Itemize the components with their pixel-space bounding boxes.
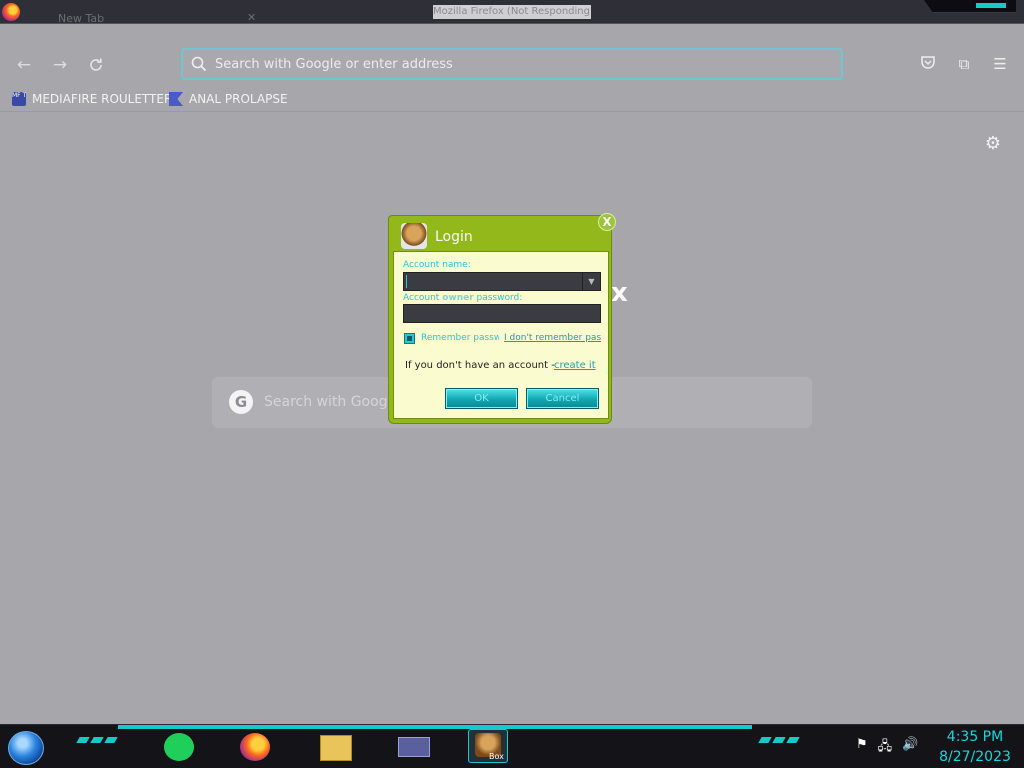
account-name-combobox[interactable]: ▼	[403, 272, 601, 294]
search-icon	[191, 56, 207, 72]
taskbar-file-explorer[interactable]	[316, 729, 356, 763]
password-input[interactable]	[404, 308, 584, 326]
bookmarks-toolbar: MF T MEDIAFIRE ROULETTER ANAL PROLAPSE	[0, 86, 1024, 112]
pocket-shape	[921, 56, 935, 69]
password-label-pre: Account	[403, 293, 443, 303]
mediafire-favicon-icon: MF T	[12, 92, 26, 106]
remember-password-label[interactable]: Remember passw	[421, 333, 499, 343]
taskbar-firefox[interactable]	[236, 729, 276, 763]
taskbar-accent-band	[118, 725, 752, 729]
menu-icon[interactable]: ☰	[990, 54, 1010, 74]
account-name-input[interactable]	[404, 276, 584, 294]
chevron-down-icon[interactable]: ▼	[582, 273, 600, 290]
window-titlebar: New Tab ✕ Mozilla Firefox (Not Respondin…	[0, 0, 1024, 25]
password-label-post: password:	[473, 293, 523, 303]
no-account-text: If you don't have an account -	[405, 360, 555, 371]
account-name-label: Account name:	[403, 260, 471, 270]
beaver-logo-icon	[401, 223, 427, 249]
password-label-owner: owner	[442, 293, 474, 303]
bookmark-mediafire-rouletter[interactable]: MF T MEDIAFIRE ROULETTER	[12, 90, 172, 108]
text-caret	[406, 275, 407, 288]
firefox-logo-icon[interactable]	[2, 3, 20, 21]
extensions-icon[interactable]: ⧉	[954, 54, 974, 74]
firefox-icon	[240, 733, 270, 761]
password-field[interactable]	[403, 304, 601, 326]
taskbar-card-app[interactable]	[394, 729, 434, 763]
taskbar-spotify[interactable]	[160, 729, 200, 763]
notification-area: ⚑ 🖧 🔊	[856, 737, 918, 759]
ok-button[interactable]: OK	[445, 388, 518, 409]
cancel-button[interactable]: Cancel	[526, 388, 599, 409]
bookmark-anal-prolapse[interactable]: ANAL PROLAPSE	[169, 90, 288, 108]
forgot-password-link[interactable]: I don't remember pas	[504, 333, 601, 343]
taskbar-beaver-box[interactable]: Box	[468, 729, 508, 763]
login-form-panel: Account name: ▼ Account owner password: …	[393, 251, 609, 419]
reload-icon	[90, 58, 102, 71]
file-explorer-icon	[320, 735, 352, 761]
id-card-icon	[398, 737, 430, 757]
taskbar: Box ⚑ 🖧 🔊 4:35 PM 8/27/2023	[0, 724, 1024, 768]
dialog-header: Login	[401, 221, 591, 251]
network-icon[interactable]: 🖧	[878, 737, 893, 759]
window-control-accent	[976, 3, 1006, 8]
pocket-icon[interactable]	[918, 54, 938, 74]
dialog-close-button[interactable]: X	[598, 213, 616, 231]
navigation-toolbar: ← → ⧉ ☰	[0, 42, 1024, 86]
address-input[interactable]	[215, 53, 815, 75]
clock-date: 8/27/2023	[939, 749, 1011, 765]
checkbox-mark	[407, 336, 412, 341]
tab-close-icon[interactable]: ✕	[247, 11, 256, 24]
volume-icon[interactable]: 🔊	[902, 737, 918, 759]
window-controls[interactable]	[924, 0, 1016, 13]
create-account-link[interactable]: create it	[554, 360, 596, 371]
clock-time: 4:35 PM	[946, 729, 1004, 745]
google-icon: G	[229, 390, 253, 414]
address-bar[interactable]	[181, 48, 843, 80]
reload-button[interactable]	[83, 52, 109, 78]
remember-password-checkbox[interactable]	[404, 333, 415, 344]
dialog-title: Login	[435, 229, 473, 245]
bookmark-label: ANAL PROLAPSE	[189, 92, 288, 106]
system-clock[interactable]: 4:35 PM 8/27/2023	[934, 727, 1016, 767]
taskbar-decoration-right	[758, 737, 800, 745]
password-label: Account owner password:	[403, 293, 522, 303]
sigma-favicon-icon	[169, 92, 183, 106]
window-title: Mozilla Firefox (Not Responding)	[433, 5, 591, 19]
back-button[interactable]: ←	[11, 52, 37, 78]
start-orb-button[interactable]	[8, 731, 44, 765]
flag-icon[interactable]: ⚑	[856, 737, 868, 759]
bookmark-label: MEDIAFIRE ROULETTER	[32, 92, 173, 106]
beaver-box-label: Box	[489, 752, 504, 761]
login-dialog: Login X Account name: ▼ Account owner pa…	[388, 213, 616, 424]
taskbar-decoration-left	[76, 737, 118, 745]
newtab-settings-gear-icon[interactable]: ⚙	[982, 133, 1004, 155]
newtab-search-placeholder: Search with Googl	[264, 394, 392, 410]
tab-new-tab[interactable]: New Tab	[58, 12, 104, 25]
firefox-wordmark-fragment: x	[611, 278, 628, 308]
spotify-icon	[164, 733, 194, 761]
forward-button[interactable]: →	[47, 52, 73, 78]
